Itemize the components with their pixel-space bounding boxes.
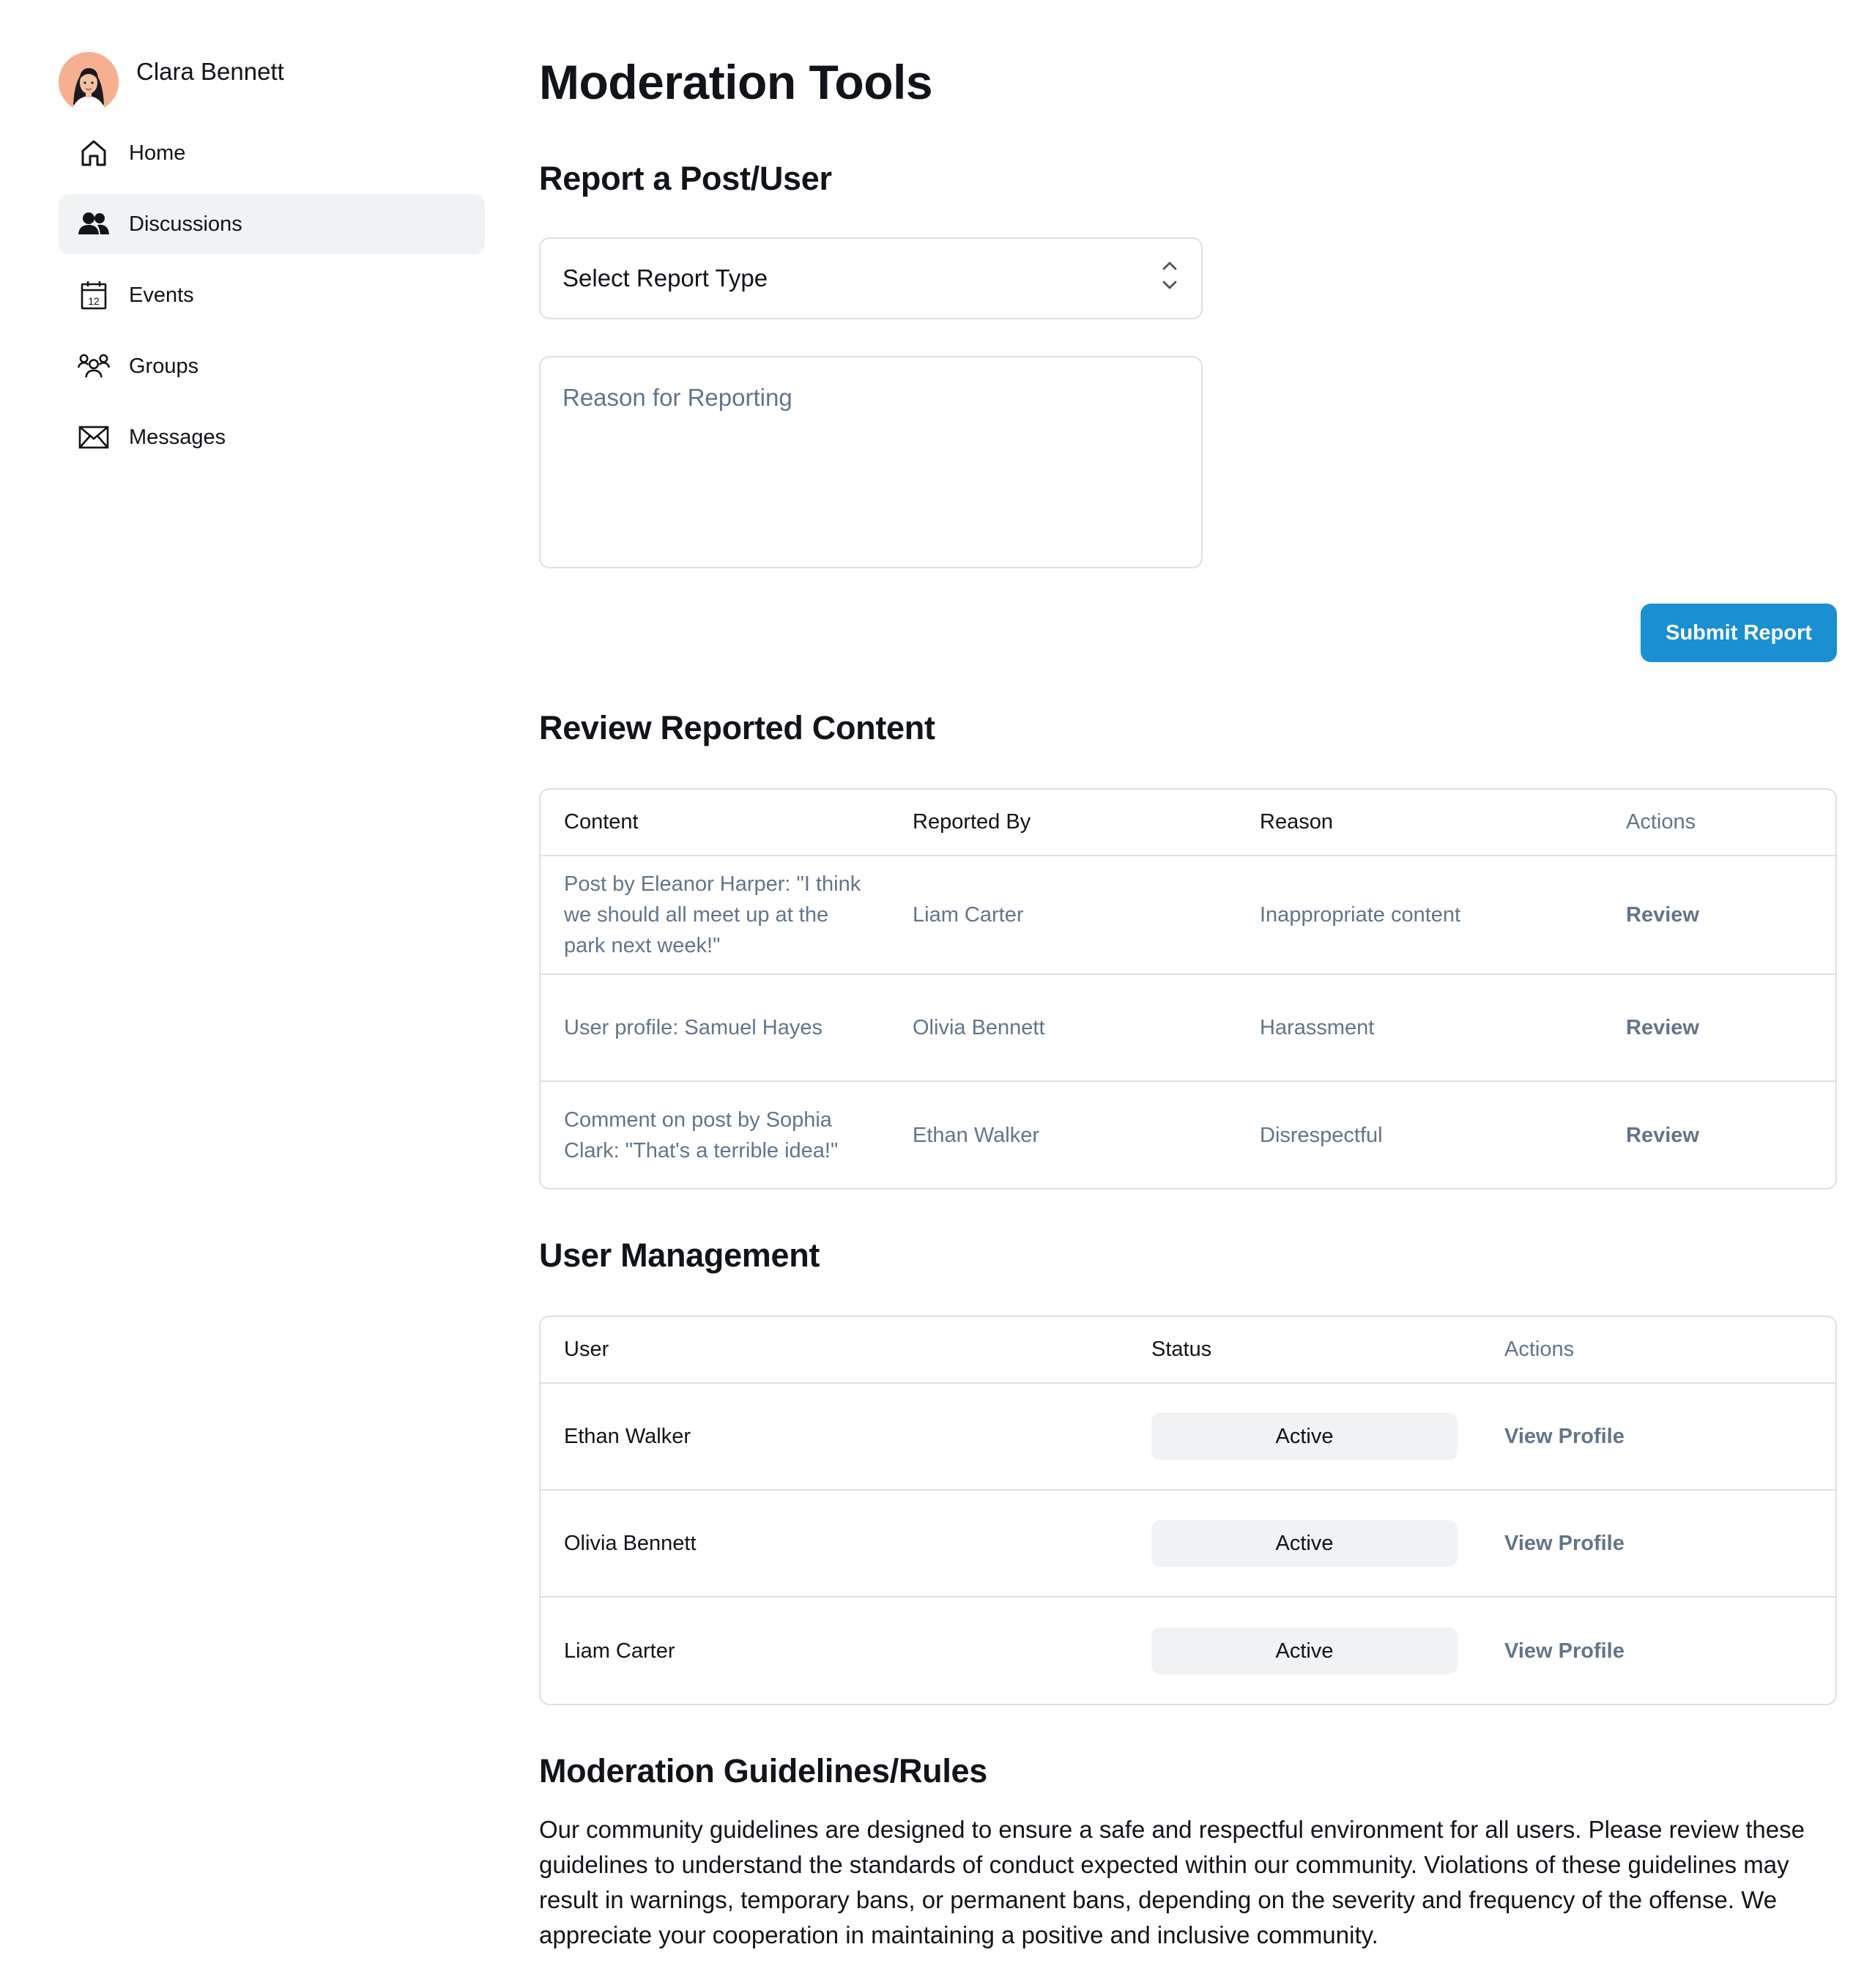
sidebar-item-label: Groups bbox=[129, 354, 199, 378]
table-row: Ethan Walker Active View Profile bbox=[541, 1383, 1835, 1491]
status-cell: Active bbox=[1128, 1490, 1481, 1598]
content-cell: Comment on post by Sophia Clark: "That's… bbox=[564, 1108, 839, 1162]
report-type-select[interactable]: Select Report Type bbox=[539, 237, 1203, 319]
user-cell: Ethan Walker bbox=[541, 1383, 1128, 1491]
column-header-actions: Actions bbox=[1481, 1317, 1835, 1384]
reason-placeholder: Reason for Reporting bbox=[562, 384, 792, 411]
column-header-user: User bbox=[541, 1317, 1128, 1384]
status-cell: Active bbox=[1128, 1383, 1481, 1491]
table-row: Olivia Bennett Active View Profile bbox=[541, 1490, 1835, 1598]
column-header-content: Content bbox=[541, 790, 889, 856]
report-type-value: Select Report Type bbox=[562, 264, 768, 292]
status-badge: Active bbox=[1151, 1520, 1458, 1567]
review-section-title: Review Reported Content bbox=[539, 709, 935, 746]
reported-content-table: Content Reported By Reason Actions Post … bbox=[539, 788, 1837, 1190]
review-link[interactable]: Review bbox=[1603, 856, 1835, 975]
user-cell: Olivia Bennett bbox=[541, 1490, 1128, 1598]
content-cell: User profile: Samuel Hayes bbox=[541, 974, 889, 1082]
sidebar-item-label: Discussions bbox=[129, 212, 242, 236]
user-management-title: User Management bbox=[539, 1236, 820, 1274]
sidebar-item-label: Events bbox=[129, 283, 194, 307]
status-cell: Active bbox=[1128, 1597, 1481, 1704]
review-link[interactable]: Review bbox=[1603, 1081, 1835, 1188]
sidebar-item-discussions[interactable]: Discussions bbox=[59, 194, 485, 254]
user-management-table: User Status Actions Ethan Walker Active … bbox=[539, 1316, 1837, 1705]
view-profile-link[interactable]: View Profile bbox=[1481, 1490, 1835, 1598]
main-content: Moderation Tools Report a Post/User Sele… bbox=[539, 51, 1837, 1953]
avatar[interactable] bbox=[59, 52, 119, 112]
view-profile-link[interactable]: View Profile bbox=[1481, 1383, 1835, 1491]
sidebar: Clara Bennett Home Discussions 12 Events… bbox=[59, 51, 485, 478]
calendar-icon: 12 bbox=[78, 279, 110, 311]
chevron-up-down-icon bbox=[1160, 259, 1179, 298]
status-badge: Active bbox=[1151, 1627, 1458, 1674]
page-title: Moderation Tools bbox=[539, 55, 933, 109]
mail-icon bbox=[78, 421, 110, 453]
user-cell: Liam Carter bbox=[564, 1639, 675, 1663]
reported-by-cell: Ethan Walker bbox=[913, 1123, 1039, 1147]
column-header-reported-by: Reported By bbox=[889, 790, 1236, 856]
guidelines-text: Our community guidelines are designed to… bbox=[539, 1816, 1805, 1948]
sidebar-item-label: Messages bbox=[129, 425, 226, 449]
sidebar-item-groups[interactable]: Groups bbox=[59, 336, 485, 396]
user-profile[interactable]: Clara Bennett bbox=[59, 51, 485, 113]
groups-icon bbox=[78, 350, 110, 382]
sidebar-item-label: Home bbox=[129, 141, 186, 165]
users-icon bbox=[78, 208, 110, 240]
submit-row: Submit Report bbox=[539, 604, 1837, 662]
submit-report-button[interactable]: Submit Report bbox=[1641, 604, 1837, 662]
content-cell: Post by Eleanor Harper: "I think we shou… bbox=[541, 856, 889, 975]
svg-text:12: 12 bbox=[88, 295, 100, 307]
user-name: Clara Bennett bbox=[136, 58, 284, 85]
table-row: Liam Carter Active View Profile bbox=[541, 1597, 1835, 1704]
reported-by-cell: Olivia Bennett bbox=[889, 974, 1236, 1082]
reason-cell: Disrespectful bbox=[1260, 1123, 1383, 1147]
status-badge: Active bbox=[1151, 1413, 1458, 1460]
guidelines-title: Moderation Guidelines/Rules bbox=[539, 1752, 987, 1789]
reported-by-cell: Liam Carter bbox=[889, 856, 1236, 975]
reason-cell: Harassment bbox=[1236, 974, 1603, 1082]
column-header-reason: Reason bbox=[1236, 790, 1603, 856]
table-row: User profile: Samuel Hayes Olivia Bennet… bbox=[541, 974, 1835, 1082]
sidebar-item-messages[interactable]: Messages bbox=[59, 407, 485, 467]
review-link[interactable]: Review bbox=[1603, 974, 1835, 1082]
report-section-title: Report a Post/User bbox=[539, 160, 832, 197]
column-header-actions: Actions bbox=[1603, 790, 1835, 856]
reason-textarea[interactable]: Reason for Reporting bbox=[539, 356, 1203, 568]
sidebar-item-events[interactable]: 12 Events bbox=[59, 265, 485, 325]
column-header-status: Status bbox=[1128, 1317, 1481, 1384]
view-profile-link[interactable]: View Profile bbox=[1481, 1597, 1835, 1704]
sidebar-item-home[interactable]: Home bbox=[59, 123, 485, 183]
home-icon bbox=[78, 137, 110, 169]
reason-cell: Inappropriate content bbox=[1236, 856, 1603, 975]
table-row: Comment on post by Sophia Clark: "That's… bbox=[541, 1081, 1835, 1188]
table-row: Post by Eleanor Harper: "I think we shou… bbox=[541, 856, 1835, 975]
